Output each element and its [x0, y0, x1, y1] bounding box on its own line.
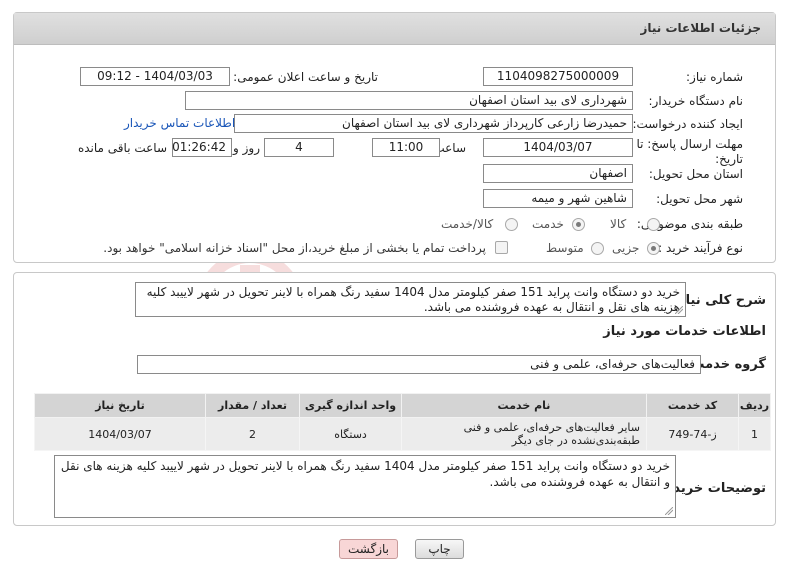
remaining-time-field[interactable]: 01:26:42: [172, 138, 232, 157]
process-option-medium: متوسط: [546, 241, 584, 255]
announce-label: تاریخ و ساعت اعلان عمومی:: [233, 70, 378, 84]
page-title: جزئیات اطلاعات نیاز: [640, 21, 761, 35]
service-group-field[interactable]: فعالیت‌های حرفه‌ای، علمی و فنی: [137, 355, 701, 374]
remaining-time-label: ساعت باقی مانده: [77, 141, 167, 155]
col-date-header: تاریخ نیاز: [34, 393, 206, 418]
cell-unit: دستگاه: [299, 417, 402, 451]
col-code-header: کد خدمت: [646, 393, 739, 418]
category-radio-goods[interactable]: [647, 218, 660, 231]
deadline-label: مهلت ارسال پاسخ: تا تاریخ:: [636, 137, 743, 166]
summary-text: خرید دو دستگاه وانت پراید 151 صفر کیلومت…: [146, 285, 680, 314]
process-label: نوع فرآیند خرید :: [658, 241, 743, 255]
days-label: روز و: [233, 141, 260, 155]
resize-grip-icon[interactable]: [665, 507, 673, 515]
buyer-contact-link[interactable]: اطلاعات تماس خریدار: [124, 116, 235, 130]
cell-date: 1404/03/07: [34, 417, 206, 451]
resize-grip-icon[interactable]: [675, 306, 683, 314]
print-button[interactable]: چاپ: [415, 539, 464, 559]
category-option-goods: کالا: [610, 217, 627, 231]
province-label: استان محل تحویل:: [648, 167, 743, 181]
cell-name: سایر فعالیت‌های حرفه‌ای، علمی و فنی طبقه…: [401, 417, 647, 451]
cell-code: ز-74-749: [646, 417, 739, 451]
process-radio-minor[interactable]: [647, 242, 660, 255]
buyer-notes-textarea[interactable]: خرید دو دستگاه وانت پراید 151 صفر کیلومت…: [54, 455, 676, 518]
treasury-checkbox[interactable]: [495, 241, 508, 254]
cell-qty: 2: [205, 417, 300, 451]
deadline-date-field[interactable]: 1404/03/07: [483, 138, 633, 157]
col-unit-header: واحد اندازه گیری: [299, 393, 402, 418]
buyer-org-field[interactable]: شهرداری لای بید استان اصفهان: [185, 91, 633, 110]
payment-note: پرداخت تمام یا بخشی از مبلغ خرید،از محل …: [103, 241, 486, 255]
city-field[interactable]: شاهین شهر و میمه: [483, 189, 633, 208]
category-option-goods-service: کالا/خدمت: [441, 217, 494, 231]
process-radio-medium[interactable]: [591, 242, 604, 255]
col-qty-header: تعداد / مقدار: [205, 393, 300, 418]
buyer-org-label: نام دستگاه خریدار:: [648, 94, 744, 108]
need-number-label: شماره نیاز:: [686, 70, 743, 84]
summary-textarea[interactable]: خرید دو دستگاه وانت پراید 151 صفر کیلومت…: [135, 282, 686, 317]
table-header-row: ردیف کد خدمت نام خدمت واحد اندازه گیری ت…: [34, 393, 771, 418]
requester-label: ایجاد کننده درخواست:: [632, 117, 743, 131]
deadline-time-field[interactable]: 11:00: [372, 138, 440, 157]
services-section-title: اطلاعات خدمات مورد نیاز: [603, 324, 766, 339]
days-field[interactable]: 4: [264, 138, 334, 157]
back-button[interactable]: بازگشت: [339, 539, 398, 559]
requester-field[interactable]: حمیدرضا زارعی کارپرداز شهرداری لای بید ا…: [234, 114, 633, 133]
cell-row: 1: [738, 417, 771, 451]
summary-label: شرح کلی نیاز:: [672, 293, 766, 308]
category-option-service: خدمت: [532, 217, 564, 231]
table-row: 1 ز-74-749 سایر فعالیت‌های حرفه‌ای، علمی…: [34, 417, 771, 451]
process-option-minor: جزیی: [612, 241, 640, 255]
need-number-field[interactable]: 1104098275000009: [483, 67, 633, 86]
col-name-header: نام خدمت: [401, 393, 647, 418]
province-field[interactable]: اصفهان: [483, 164, 633, 183]
category-radio-goods-service[interactable]: [505, 218, 518, 231]
panel-header: جزئیات اطلاعات نیاز: [14, 13, 775, 45]
services-table: ردیف کد خدمت نام خدمت واحد اندازه گیری ت…: [34, 393, 771, 451]
category-radio-service[interactable]: [572, 218, 585, 231]
announce-field[interactable]: 1404/03/03 - 09:12: [80, 67, 230, 86]
city-label: شهر محل تحویل:: [656, 192, 743, 206]
buyer-notes-text: خرید دو دستگاه وانت پراید 151 صفر کیلومت…: [60, 459, 670, 489]
col-row-header: ردیف: [738, 393, 771, 418]
